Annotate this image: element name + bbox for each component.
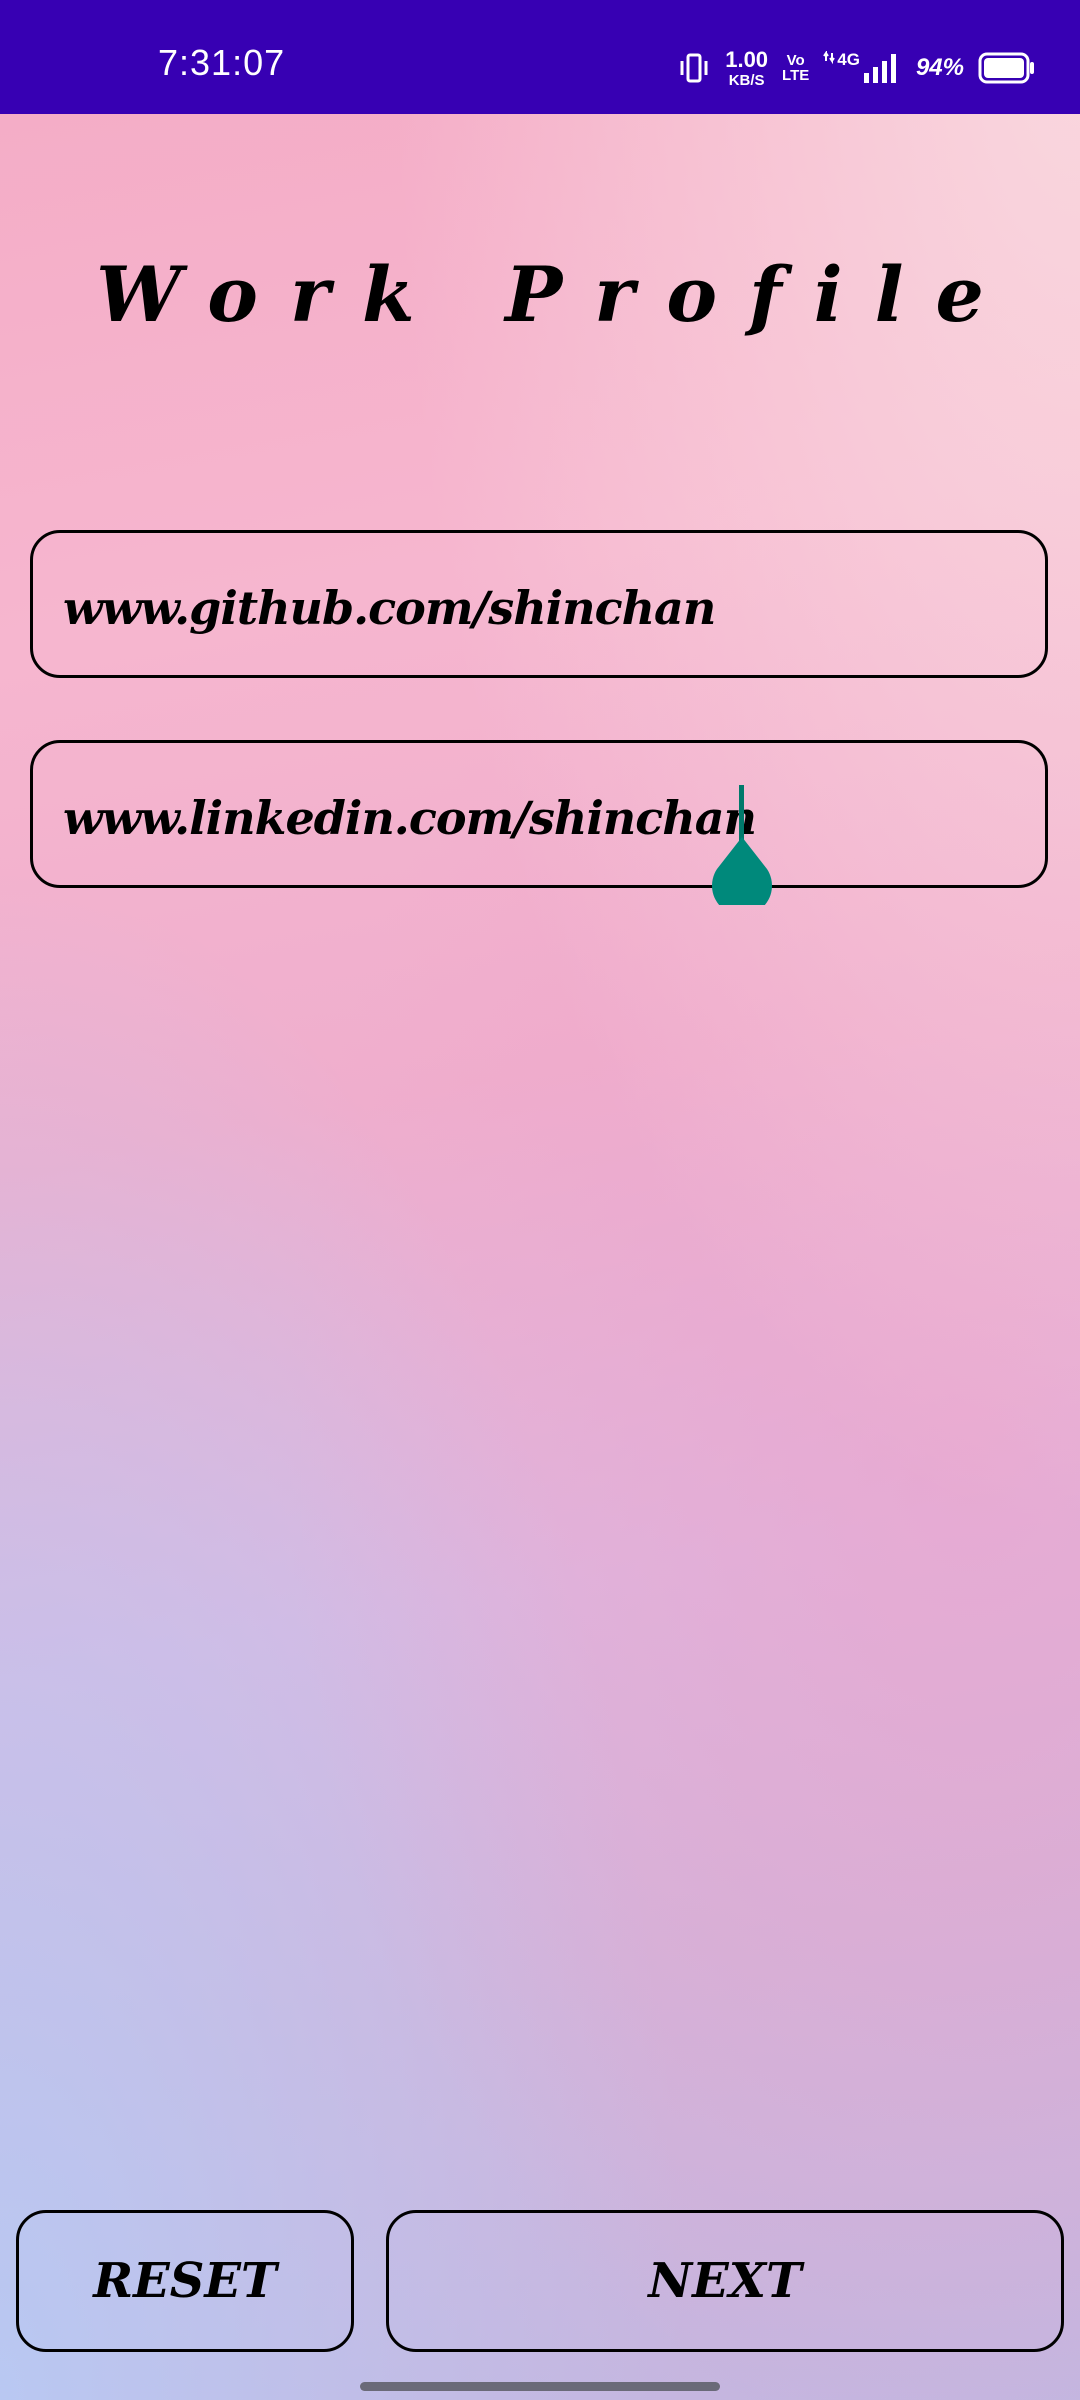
page-title: Work Profile [96,250,1016,339]
battery-icon [978,52,1036,84]
linkedin-url-value: www.linkedin.com/shinchan [63,791,757,845]
volte-top: Vo [786,52,805,69]
volte-indicator: Vo LTE [782,53,809,83]
github-url-value: www.github.com/shinchan [63,581,716,635]
status-time: 7:31:07 [158,42,286,83]
signal-icon: 4G [823,51,902,85]
next-button[interactable]: NEXT [386,2210,1064,2352]
status-bar: 7:31:07 1.00 KB/S Vo LTE 4G 94% [0,0,1080,114]
network-speed: 1.00 KB/S [725,46,769,89]
network-speed-unit: KB/S [728,71,765,89]
vibrate-icon [677,51,711,85]
linkedin-url-field[interactable]: www.linkedin.com/shinchan [30,740,1048,916]
network-speed-value: 1.00 [725,46,769,72]
network-type: 4G [837,50,860,69]
gesture-navigation-bar[interactable] [360,2382,720,2391]
cursor-handle-icon[interactable] [711,835,773,916]
volte-bottom: LTE [782,67,810,84]
reset-button[interactable]: RESET [16,2210,354,2352]
battery-percent: 94% [915,54,964,81]
status-icons: 1.00 KB/S Vo LTE 4G 94% [677,46,1036,90]
github-url-field[interactable]: www.github.com/shinchan [30,530,1048,678]
